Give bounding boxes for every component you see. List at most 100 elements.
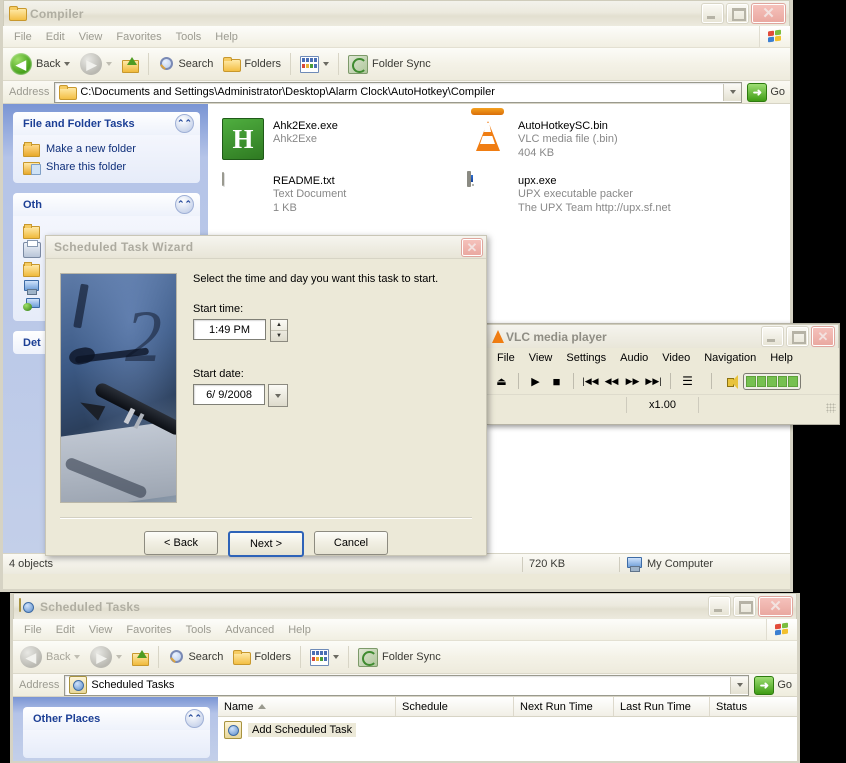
vlc-menu-help[interactable]: Help (763, 351, 800, 365)
menu-tools[interactable]: Tools (169, 29, 209, 45)
file-item[interactable]: H Ahk2Exe.exe Ahk2Exe (218, 112, 463, 167)
chevron-down-icon[interactable] (116, 655, 122, 659)
vlc-seek-bar[interactable]: x1.00 (486, 394, 839, 415)
folder-sync-button[interactable]: Folder Sync (343, 48, 436, 80)
chevron-down-icon[interactable] (323, 62, 329, 66)
wizard-close-button[interactable]: ✕ (461, 238, 483, 257)
start-date-input[interactable]: 6/ 9/2008 (193, 384, 265, 405)
fastforward-icon[interactable]: ▶▶ (623, 372, 642, 391)
maximize-button[interactable] (786, 326, 809, 347)
next-icon[interactable]: ▶▶| (644, 372, 663, 391)
menu-view[interactable]: View (72, 29, 110, 45)
vlc-menu-video[interactable]: Video (655, 351, 697, 365)
window-controls[interactable]: ✕ (708, 596, 793, 617)
maximize-button[interactable] (733, 596, 756, 617)
spin-down-icon[interactable]: ▼ (271, 331, 287, 341)
eject-icon[interactable]: ⏏ (492, 372, 511, 391)
address-dropdown-button[interactable] (730, 677, 748, 694)
rewind-icon[interactable]: ◀◀ (602, 372, 621, 391)
panel-header[interactable]: Oth ⌃⌃ (13, 193, 200, 216)
collapse-chevron-icon[interactable]: ⌃⌃ (175, 195, 194, 214)
maximize-button[interactable] (726, 3, 749, 24)
search-button[interactable]: Search (153, 48, 218, 80)
start-date-picker[interactable]: 6/ 9/2008 (193, 384, 288, 407)
cancel-button[interactable]: Cancel (314, 531, 388, 555)
folders-button[interactable]: Folders (228, 641, 296, 673)
file-item[interactable]: README.txt Text Document 1 KB (218, 167, 463, 222)
tasks-column-headers[interactable]: Name Schedule Next Run Time Last Run Tim… (218, 697, 797, 717)
menu-favorites[interactable]: Favorites (119, 622, 178, 638)
start-time-input[interactable]: 1:49 PM (193, 319, 266, 340)
search-button[interactable]: Search (163, 641, 228, 673)
forward-button[interactable]: ▶ (85, 641, 127, 673)
compiler-menubar[interactable]: File Edit View Favorites Tools Help (3, 26, 790, 48)
menu-tools[interactable]: Tools (179, 622, 219, 638)
spin-up-icon[interactable]: ▲ (271, 320, 287, 331)
tasks-titlebar[interactable]: Scheduled Tasks ✕ (13, 593, 797, 619)
vlc-window[interactable]: VLC media player ✕ File View Settings Au… (485, 323, 840, 425)
up-button[interactable] (117, 48, 144, 80)
go-button[interactable]: ➜ Go (749, 676, 797, 695)
minimize-button[interactable] (701, 3, 724, 24)
list-item[interactable]: Add Scheduled Task (218, 717, 797, 739)
wizard-buttons[interactable]: < Back Next > Cancel (46, 519, 486, 571)
menu-advanced[interactable]: Advanced (218, 622, 281, 638)
vlc-menu-view[interactable]: View (522, 351, 560, 365)
tasks-toolbar[interactable]: ◀ Back ▶ Search Folders Folder Sync (13, 641, 797, 674)
vlc-titlebar[interactable]: VLC media player ✕ (486, 324, 839, 348)
close-button[interactable]: ✕ (751, 3, 786, 24)
vlc-menu-audio[interactable]: Audio (613, 351, 655, 365)
back-button[interactable]: ◀ Back (5, 48, 75, 80)
menu-favorites[interactable]: Favorites (109, 29, 168, 45)
compiler-titlebar[interactable]: Compiler ✕ (3, 0, 790, 26)
menu-file[interactable]: File (17, 622, 49, 638)
address-input[interactable]: C:\Documents and Settings\Administrator\… (54, 82, 742, 103)
play-icon[interactable]: ▶ (526, 372, 545, 391)
playlist-icon[interactable]: ☰ (678, 372, 697, 391)
chevron-down-icon[interactable] (74, 655, 80, 659)
tasks-menubar[interactable]: File Edit View Favorites Tools Advanced … (13, 619, 797, 641)
minimize-button[interactable] (761, 326, 784, 347)
sidebar-item-make-new-folder[interactable]: Make a new folder (23, 140, 194, 158)
file-item[interactable]: upx.exe UPX executable packer The UPX Te… (463, 167, 708, 222)
menu-edit[interactable]: Edit (39, 29, 72, 45)
menu-help[interactable]: Help (281, 622, 318, 638)
previous-icon[interactable]: |◀◀ (581, 372, 600, 391)
next-button[interactable]: Next > (228, 531, 304, 557)
address-dropdown-button[interactable] (723, 84, 741, 101)
vlc-window-controls[interactable]: ✕ (761, 326, 835, 347)
calendar-dropdown-button[interactable] (268, 384, 288, 407)
column-header-last-run-time[interactable]: Last Run Time (614, 697, 710, 716)
folders-button[interactable]: Folders (218, 48, 286, 80)
volume-slider[interactable] (743, 373, 801, 390)
chevron-down-icon[interactable] (64, 62, 70, 66)
panel-header[interactable]: Other Places ⌃⌃ (23, 707, 210, 730)
file-item[interactable]: AutoHotkeySC.bin VLC media file (.bin) 4… (463, 112, 708, 167)
back-button[interactable]: < Back (144, 531, 218, 555)
column-header-next-run-time[interactable]: Next Run Time (514, 697, 614, 716)
close-button[interactable]: ✕ (758, 596, 793, 617)
vlc-menu-navigation[interactable]: Navigation (697, 351, 763, 365)
minimize-button[interactable] (708, 596, 731, 617)
compiler-toolbar[interactable]: ◀ Back ▶ Search Folders Folder Sync (3, 48, 790, 81)
menu-view[interactable]: View (82, 622, 120, 638)
panel-header[interactable]: File and Folder Tasks ⌃⌃ (13, 112, 200, 135)
compiler-addressbar[interactable]: Address C:\Documents and Settings\Admini… (3, 81, 790, 104)
views-button[interactable] (295, 48, 334, 80)
wizard-titlebar[interactable]: Scheduled Task Wizard ✕ (46, 236, 486, 259)
forward-button[interactable]: ▶ (75, 48, 117, 80)
tasks-list[interactable]: Name Schedule Next Run Time Last Run Tim… (218, 697, 797, 761)
stop-icon[interactable]: ■ (547, 372, 566, 391)
chevron-down-icon[interactable] (106, 62, 112, 66)
up-button[interactable] (127, 641, 154, 673)
go-button[interactable]: ➜ Go (742, 83, 790, 102)
menu-edit[interactable]: Edit (49, 622, 82, 638)
start-time-spin-buttons[interactable]: ▲ ▼ (270, 319, 288, 342)
collapse-chevron-icon[interactable]: ⌃⌃ (185, 709, 204, 728)
vlc-menubar[interactable]: File View Settings Audio Video Navigatio… (486, 348, 839, 368)
menu-help[interactable]: Help (208, 29, 245, 45)
resize-grip[interactable] (826, 403, 836, 413)
column-header-status[interactable]: Status (710, 697, 797, 716)
vlc-menu-settings[interactable]: Settings (559, 351, 613, 365)
window-controls[interactable]: ✕ (701, 3, 786, 24)
